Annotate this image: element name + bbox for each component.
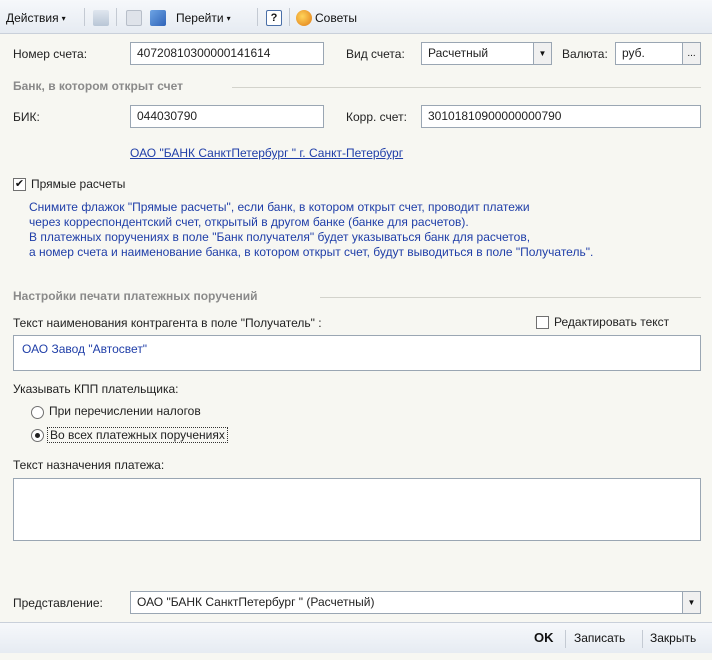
checkmark-icon: ✔: [14, 178, 25, 190]
tips-icon: [296, 10, 312, 26]
currency-value: руб.: [622, 46, 645, 60]
goto-menu[interactable]: Перейти ▾: [176, 8, 231, 28]
ok-button[interactable]: OK: [534, 630, 554, 645]
print-section-title: Настройки печати платежных поручений: [13, 289, 258, 303]
hint-line: а номер счета и наименование банка, в ко…: [29, 245, 594, 259]
bik-field[interactable]: 044030790: [130, 105, 324, 128]
radio-all-payments-label: Во всех платежных поручениях: [47, 427, 228, 443]
swap-icon: [150, 10, 166, 26]
corr-account-field[interactable]: 30101810900000000790: [421, 105, 701, 128]
hint-line: Снимите флажок "Прямые расчеты", если ба…: [29, 200, 530, 214]
select-currency-button[interactable]: ...: [682, 43, 700, 64]
bik-label: БИК:: [13, 110, 40, 124]
help-icon: ?: [266, 10, 282, 26]
toolbar-separator: [116, 8, 117, 26]
account-type-select[interactable]: Расчетный ▼: [421, 42, 552, 65]
toolbar-separator: [84, 8, 85, 26]
currency-field[interactable]: руб. ...: [615, 42, 701, 65]
save-button[interactable]: Записать: [574, 631, 625, 645]
recipient-text-area[interactable]: ОАО Завод "Автосвет": [13, 335, 701, 371]
goto-menu-label: Перейти: [176, 11, 224, 25]
back-button[interactable]: [93, 8, 109, 28]
purpose-text-area[interactable]: [13, 478, 701, 541]
direct-settlements-checkbox[interactable]: ✔: [13, 178, 26, 191]
button-bar: OK Записать Закрыть: [0, 622, 712, 653]
radio-all-payments[interactable]: [31, 429, 44, 442]
actions-menu-label: Действия: [6, 11, 59, 25]
recipient-text-label: Текст наименования контрагента в поле "П…: [13, 316, 322, 330]
account-number-field[interactable]: 40720810300000141614: [130, 42, 324, 65]
corr-account-label: Корр. счет:: [346, 110, 407, 124]
section-divider: [232, 87, 701, 88]
chevron-down-icon: ▾: [226, 13, 231, 23]
tips-label: Советы: [315, 11, 357, 25]
actions-menu[interactable]: Действия ▾: [6, 8, 66, 28]
representation-label: Представление:: [13, 596, 103, 610]
arrow-left-icon: [93, 10, 109, 26]
radio-selected-dot: [35, 433, 40, 438]
direct-settlements-hint: Снимите флажок "Прямые расчеты", если ба…: [29, 200, 593, 260]
chevron-down-icon: ▾: [61, 13, 66, 23]
button-separator: [642, 630, 643, 648]
swap-button[interactable]: [150, 8, 166, 28]
account-type-value: Расчетный: [428, 46, 489, 60]
button-separator: [565, 630, 566, 648]
close-button[interactable]: Закрыть: [650, 631, 696, 645]
account-number-label: Номер счета:: [13, 47, 88, 61]
toolbar-separator: [289, 8, 290, 26]
kpp-label: Указывать КПП плательщика:: [13, 382, 179, 396]
section-divider: [320, 297, 701, 298]
hint-line: В платежных поручениях в поле "Банк полу…: [29, 230, 531, 244]
representation-value: ОАО "БАНК СанктПетербург " (Расчетный): [137, 595, 375, 609]
edit-text-checkbox[interactable]: [536, 316, 549, 329]
bank-section-title: Банк, в котором открыт счет: [13, 79, 183, 93]
account-type-label: Вид счета:: [346, 47, 405, 61]
toolbar-separator: [257, 8, 258, 26]
bank-link[interactable]: ОАО "БАНК СанктПетербург " г. Санкт-Пете…: [130, 146, 403, 160]
direct-settlements-label: Прямые расчеты: [31, 177, 126, 191]
radio-taxes-label: При перечислении налогов: [49, 404, 201, 418]
chevron-down-icon[interactable]: ▼: [682, 592, 700, 613]
purpose-label: Текст назначения платежа:: [13, 458, 165, 472]
chevron-down-icon[interactable]: ▼: [533, 43, 551, 64]
toolbar: Действия ▾ Перейти ▾ ? Советы: [0, 0, 712, 34]
representation-select[interactable]: ОАО "БАНК СанктПетербург " (Расчетный) ▼: [130, 591, 701, 614]
radio-taxes[interactable]: [31, 406, 44, 419]
tips-button[interactable]: Советы: [296, 8, 357, 28]
structure-icon: [126, 10, 142, 26]
help-button[interactable]: ?: [266, 8, 282, 28]
hint-line: через корреспондентский счет, открытый в…: [29, 215, 469, 229]
recipient-text-value: ОАО Завод "Автосвет": [22, 342, 148, 356]
edit-text-label: Редактировать текст: [554, 315, 670, 329]
currency-label: Валюта:: [562, 47, 608, 61]
structure-button[interactable]: [126, 8, 142, 28]
